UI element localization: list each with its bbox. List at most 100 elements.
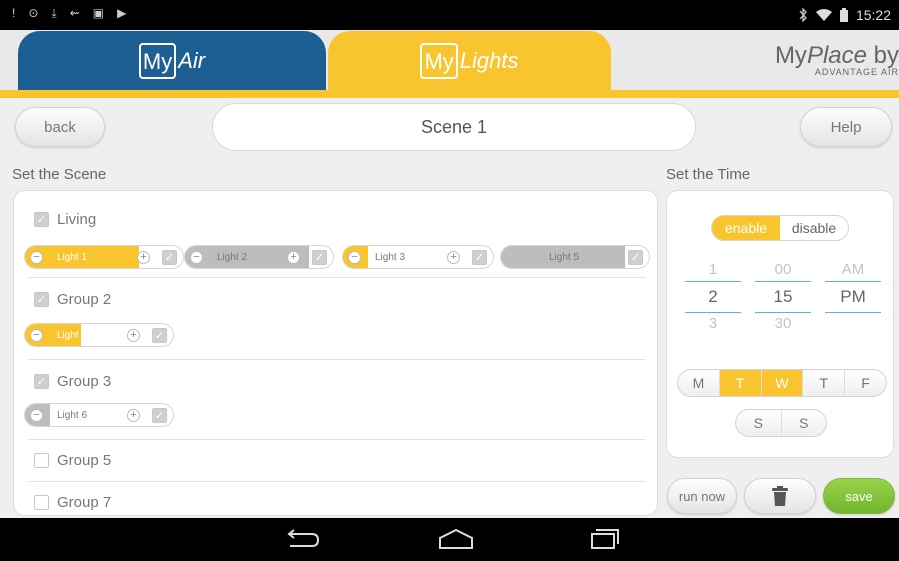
set-scene-title: Set the Scene	[12, 166, 107, 183]
enable-option[interactable]: enable	[712, 216, 780, 240]
group-3-row[interactable]: ✓ Group 3	[34, 373, 111, 390]
weekday-day-2[interactable]: W	[761, 370, 804, 396]
group-2-label: Group 2	[57, 291, 112, 308]
weekend-day-0[interactable]: S	[736, 410, 782, 436]
delete-button[interactable]	[744, 478, 816, 514]
light-4-control[interactable]: − + Light 4 ✓	[24, 323, 174, 347]
help-button[interactable]: Help	[800, 107, 892, 147]
light-6-label: Light 6	[57, 410, 88, 421]
light-4-increase-button[interactable]: +	[127, 329, 140, 342]
home-nav-icon[interactable]	[438, 528, 474, 550]
light-6-checkbox[interactable]: ✓	[152, 408, 167, 423]
light-3-decrease-button[interactable]: −	[348, 251, 361, 264]
weekday-day-1[interactable]: T	[719, 370, 762, 396]
divider	[28, 277, 646, 278]
ampm-next[interactable]	[825, 313, 881, 335]
days-weekday-selector[interactable]: MTWTF	[677, 369, 887, 397]
run-now-button[interactable]: run now	[667, 478, 737, 514]
light-3-increase-button[interactable]: +	[447, 251, 460, 264]
group-5-checkbox[interactable]	[34, 453, 49, 468]
light-4-checkbox[interactable]: ✓	[152, 328, 167, 343]
divider	[28, 481, 646, 482]
wifi-icon	[815, 8, 832, 21]
ampm-selected[interactable]: PM	[825, 282, 881, 312]
light-1-control[interactable]: − + Light 1 ✓	[24, 245, 184, 269]
myair-logo-box: My	[138, 42, 177, 79]
days-weekend-selector[interactable]: SS	[735, 409, 827, 437]
battery-icon	[839, 8, 848, 22]
recents-nav-icon[interactable]	[590, 528, 620, 550]
group-5-row[interactable]: Group 5	[34, 452, 111, 469]
mylights-logo-box: My	[420, 42, 458, 79]
brand-main: MyPlace by	[775, 42, 899, 70]
myplace-brand-logo: MyPlace by ADVANTAGE AIR	[775, 42, 899, 77]
light-2-increase-button[interactable]: +	[287, 251, 300, 264]
minute-prev[interactable]: 00	[755, 259, 811, 281]
main-area: Set the Scene Set the Time ✓ Living ✓ Gr…	[0, 156, 899, 518]
weekday-day-3[interactable]: T	[803, 370, 846, 396]
notification-alert-icon: !	[12, 6, 17, 20]
light-1-decrease-button[interactable]: −	[30, 251, 43, 264]
scene-name-field[interactable]: Scene 1	[212, 103, 696, 151]
group-2-checkbox[interactable]: ✓	[34, 292, 49, 307]
toolbar: back Scene 1 Help	[0, 98, 899, 156]
light-6-decrease-button[interactable]: −	[30, 409, 43, 422]
save-button[interactable]: save	[823, 478, 895, 514]
hour-selected[interactable]: 2	[685, 282, 741, 312]
light-6-increase-button[interactable]: +	[127, 409, 140, 422]
light-5-label: Light 5	[549, 252, 580, 263]
notification-icons: ! ⊙ ⤓ ⇜ ▣ ▶	[12, 6, 127, 21]
light-1-increase-button[interactable]: +	[137, 251, 150, 264]
light-4-label: Light 4	[57, 330, 88, 341]
hour-picker[interactable]: 1 2 3	[685, 259, 741, 335]
light-2-decrease-button[interactable]: −	[190, 251, 203, 264]
brand-by: by	[866, 42, 899, 69]
brand-my: My	[774, 42, 807, 69]
weekday-day-4[interactable]: F	[845, 370, 886, 396]
light-3-control[interactable]: − + Light 3 ✓	[342, 245, 494, 269]
minute-selected[interactable]: 15	[755, 282, 811, 312]
divider	[28, 439, 646, 440]
notification-usb-icon: ⇜	[69, 6, 81, 20]
clock: 15:22	[855, 7, 891, 23]
group-7-label: Group 7	[57, 494, 112, 511]
back-nav-icon[interactable]	[286, 528, 320, 550]
tab-mylights[interactable]: My Lights	[328, 31, 611, 90]
light-1-label: Light 1	[57, 252, 88, 263]
ampm-picker[interactable]: AM PM	[825, 259, 881, 335]
light-1-checkbox[interactable]: ✓	[162, 250, 177, 265]
tab-myair[interactable]: My Air	[18, 31, 326, 90]
group-2-row[interactable]: ✓ Group 2	[34, 291, 111, 308]
disable-option[interactable]: disable	[780, 216, 848, 240]
light-4-decrease-button[interactable]: −	[30, 329, 43, 342]
back-button[interactable]: back	[15, 107, 105, 147]
ampm-prev[interactable]: AM	[825, 259, 881, 281]
group-living-label: Living	[57, 211, 97, 228]
group-3-label: Group 3	[57, 373, 112, 390]
weekend-day-1[interactable]: S	[782, 410, 827, 436]
scene-panel[interactable]: ✓ Living ✓ Group 2 ✓ Group 3 Group 5 Gro…	[13, 190, 658, 516]
group-5-label: Group 5	[57, 452, 112, 469]
minute-picker[interactable]: 00 15 30	[755, 259, 811, 335]
hour-prev[interactable]: 1	[685, 259, 741, 281]
light-2-label: Light 2	[217, 252, 248, 263]
group-3-checkbox[interactable]: ✓	[34, 374, 49, 389]
light-3-checkbox[interactable]: ✓	[472, 250, 487, 265]
minute-next[interactable]: 30	[755, 313, 811, 335]
light-2-control[interactable]: − + Light 2 ✓	[184, 245, 334, 269]
group-7-checkbox[interactable]	[34, 495, 49, 510]
light-6-control[interactable]: − + Light 6 ✓	[24, 403, 174, 427]
group-living-checkbox[interactable]: ✓	[34, 212, 49, 227]
enable-toggle[interactable]: enable disable	[711, 215, 849, 241]
weekday-day-0[interactable]: M	[678, 370, 720, 396]
divider	[28, 359, 646, 360]
light-5-control[interactable]: Light 5 ✓	[500, 245, 650, 269]
light-3-label: Light 3	[375, 252, 406, 263]
light-5-checkbox[interactable]: ✓	[628, 250, 643, 265]
light-2-checkbox[interactable]: ✓	[312, 250, 327, 265]
group-7-row[interactable]: Group 7	[34, 494, 111, 511]
header-accent-bar	[0, 90, 899, 98]
app-header: My Air My Lights MyPlace by ADVANTAGE AIR	[0, 30, 899, 90]
hour-next[interactable]: 3	[685, 313, 741, 335]
group-living-row[interactable]: ✓ Living	[34, 211, 96, 228]
